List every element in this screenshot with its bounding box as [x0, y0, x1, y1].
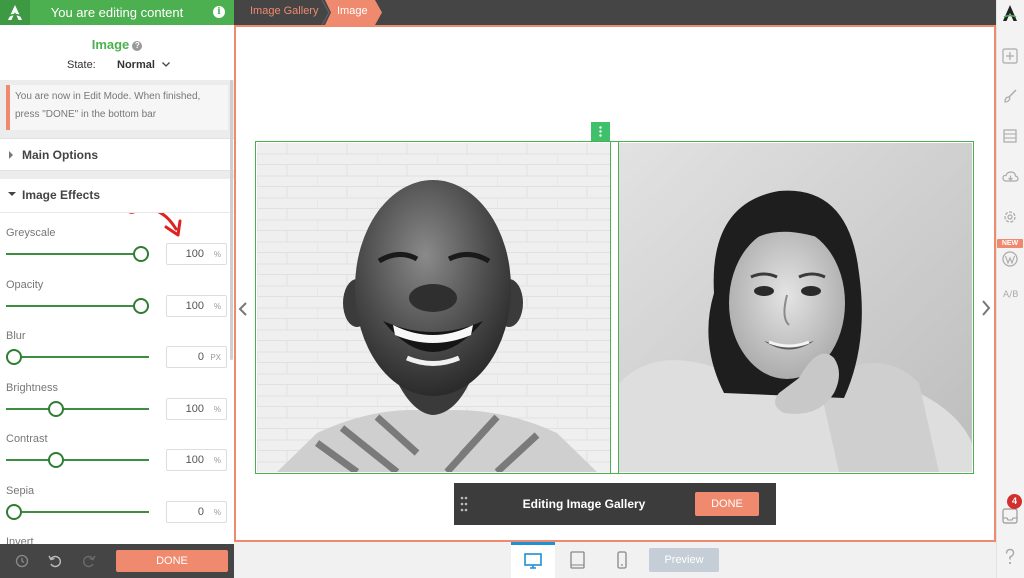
panel-scrollbar[interactable] [230, 80, 233, 360]
slider-track[interactable] [6, 407, 149, 410]
element-drag-handle[interactable] [591, 122, 610, 141]
layers-icon[interactable] [1002, 128, 1018, 144]
effect-value-input[interactable]: 100% [166, 449, 227, 471]
effect-value: 100 [185, 299, 204, 312]
effect-value: 0 [197, 351, 204, 363]
effect-unit: % [213, 507, 221, 517]
panel-header-title: You are editing content [50, 5, 184, 20]
effect-unit: % [213, 301, 221, 311]
slider-track[interactable] [6, 253, 149, 255]
desktop-icon [524, 553, 542, 569]
tablet-icon[interactable] [570, 551, 585, 569]
breadcrumb-parent[interactable]: Image Gallery [250, 5, 318, 17]
editing-done-button[interactable]: DONE [695, 492, 759, 516]
section-main-options[interactable]: Main Options [0, 138, 234, 171]
effect-label: Opacity [6, 278, 44, 291]
slider-track[interactable] [6, 510, 149, 513]
gear-icon[interactable] [1002, 209, 1018, 225]
question-icon[interactable] [1002, 548, 1018, 566]
breadcrumb-current[interactable]: Image [325, 0, 383, 25]
info-icon[interactable]: i [213, 6, 225, 18]
chevron-left-icon[interactable] [238, 302, 248, 316]
preview-button[interactable]: Preview [649, 548, 719, 572]
effect-label: Invert [6, 536, 34, 544]
effect-unit: % [213, 404, 221, 414]
notification-count-badge: 4 [1007, 494, 1022, 509]
slider-thumb[interactable] [47, 400, 64, 417]
wordpress-icon[interactable] [1002, 251, 1018, 267]
effect-label: Brightness [6, 381, 58, 394]
state-select[interactable]: Normal [117, 59, 155, 71]
effect-label: Blur [6, 330, 26, 342]
effect-unit: % [213, 456, 221, 465]
section-label: Image Effects [22, 188, 101, 202]
element-title-text: Image [91, 37, 130, 52]
image-effects-controls: Greyscale 100% Opacity 100% Blur 0 PX Brightnes… [0, 213, 234, 544]
caret-right-icon [9, 151, 13, 159]
drag-icon [599, 126, 602, 137]
logo-icon[interactable] [1002, 4, 1018, 22]
breadcrumb-current-label: Image [337, 5, 368, 17]
effect-opacity: Opacity 100% [0, 279, 234, 331]
slider-track[interactable] [6, 459, 149, 461]
device-desktop-button[interactable] [511, 542, 555, 578]
brush-icon[interactable] [1002, 88, 1018, 104]
effect-value: 100 [185, 454, 204, 466]
editor-root: You are editing content i Image? State: … [0, 0, 1024, 578]
section-label: Main Options [22, 148, 98, 162]
gallery-outline [255, 141, 974, 474]
chevron-right-icon[interactable] [981, 300, 991, 316]
notice-line-2: press "DONE" in the bottom bar [15, 109, 157, 120]
redo-icon[interactable] [82, 554, 96, 568]
element-title: Image? [0, 37, 234, 52]
effect-label: Sepia [6, 484, 35, 497]
history-icon[interactable] [15, 554, 29, 568]
editing-bar-label: Editing Image Gallery [522, 497, 646, 511]
effect-value-input[interactable]: 0% [166, 500, 227, 523]
cloud-icon[interactable] [1002, 170, 1019, 184]
effect-value: 0 [197, 505, 204, 518]
mobile-icon[interactable] [617, 551, 627, 569]
effect-value: 100 [185, 402, 204, 415]
effect-brightness: Brightness 100% [0, 382, 234, 434]
slider-track[interactable] [6, 356, 149, 358]
slider-track[interactable] [6, 304, 149, 307]
annotation-arrow [128, 213, 182, 237]
slider-thumb[interactable] [6, 349, 22, 365]
help-icon[interactable]: ? [132, 41, 143, 51]
panel-done-button[interactable]: DONE [116, 550, 228, 572]
slider-thumb[interactable] [6, 503, 22, 520]
effect-value-input[interactable]: 100% [166, 397, 227, 420]
effect-blur: Blur 0 PX [0, 330, 234, 382]
effect-value-input[interactable]: 100% [166, 294, 227, 317]
effect-contrast: Contrast 100% [0, 433, 234, 485]
undo-icon[interactable] [48, 554, 62, 568]
section-image-effects[interactable]: Image Effects [0, 179, 234, 213]
effect-invert: Invert [0, 536, 234, 544]
slider-thumb[interactable] [47, 452, 64, 468]
chevron-down-icon[interactable] [161, 59, 171, 69]
new-badge: NEW [997, 239, 1023, 248]
effect-value-input[interactable]: 0 PX [166, 346, 227, 368]
ab-test-icon[interactable]: A/B [1003, 290, 1018, 300]
device-bar [234, 542, 996, 578]
effect-label: Contrast [6, 433, 48, 445]
panel-header: You are editing content i [0, 0, 234, 25]
add-icon[interactable] [1002, 48, 1018, 64]
element-card: Image? State: Normal [0, 25, 234, 80]
notice-line-1: You are now in Edit Mode. When finished, [15, 91, 201, 102]
tray-icon[interactable] [1002, 508, 1018, 524]
effect-unit: PX [210, 353, 221, 362]
effect-label: Greyscale [6, 227, 56, 239]
right-rail [996, 0, 1024, 578]
slider-thumb[interactable] [133, 297, 149, 314]
effect-sepia: Sepia 0% [0, 485, 234, 537]
caret-down-icon [8, 192, 16, 196]
state-label: State: [67, 59, 96, 71]
edit-mode-notice: You are now in Edit Mode. When finished,… [6, 85, 228, 130]
effect-unit: % [213, 250, 221, 259]
